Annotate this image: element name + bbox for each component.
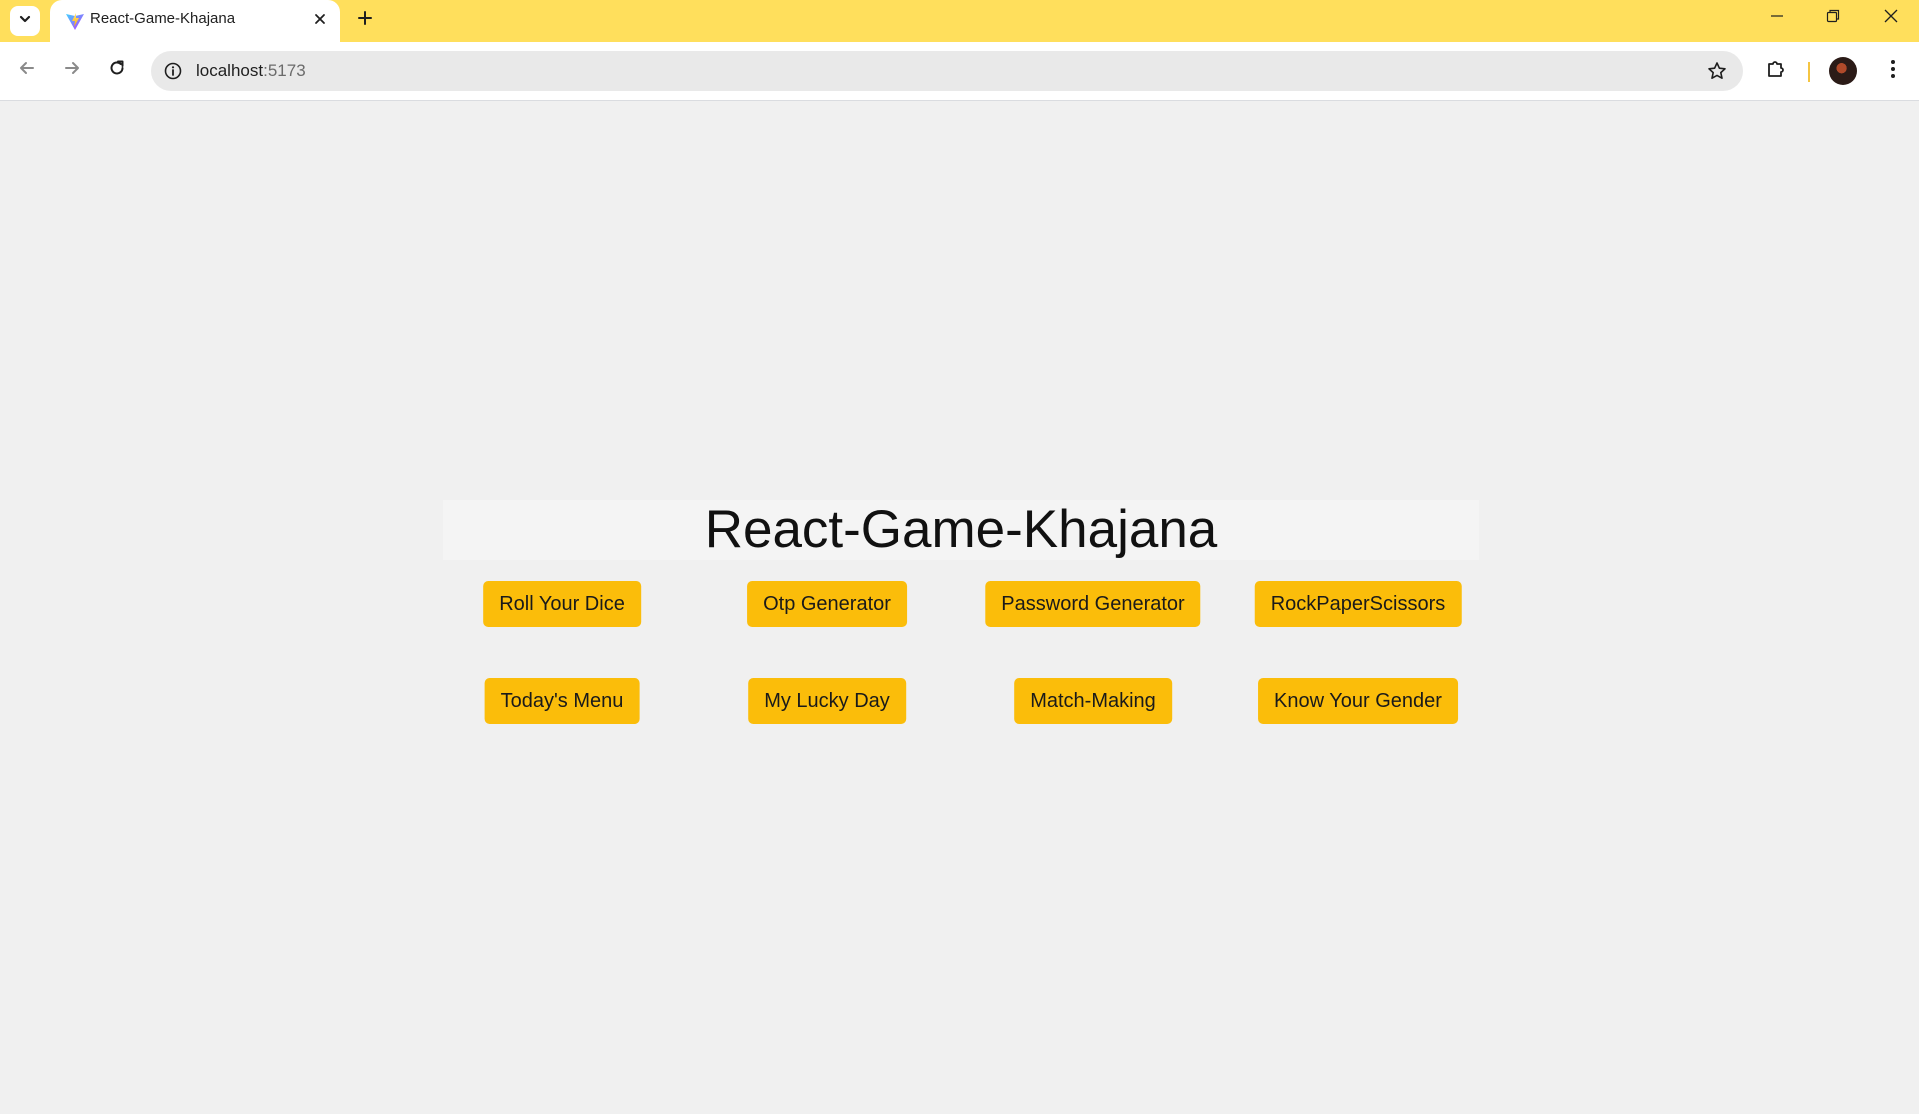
star-icon[interactable] — [1705, 59, 1729, 83]
match-making-button[interactable]: Match-Making — [1014, 678, 1172, 724]
page-header: React-Game-Khajana — [443, 500, 1479, 560]
chevron-down-icon — [18, 12, 32, 31]
tab-active[interactable]: React-Game-Khajana — [50, 0, 340, 43]
new-tab-button[interactable] — [352, 7, 378, 33]
minimize-button[interactable] — [1749, 0, 1805, 36]
avatar[interactable] — [1829, 57, 1857, 85]
password-generator-button[interactable]: Password Generator — [985, 581, 1201, 627]
address-bar[interactable]: localhost:5173 — [151, 51, 1743, 91]
my-lucky-day-button[interactable]: My Lucky Day — [748, 678, 906, 724]
know-your-gender-button[interactable]: Know Your Gender — [1258, 678, 1458, 724]
back-button[interactable] — [10, 53, 44, 87]
url-text[interactable]: localhost:5173 — [196, 51, 306, 91]
todays-menu-button[interactable]: Today's Menu — [484, 678, 640, 724]
window-close-button[interactable] — [1863, 0, 1919, 36]
url-host: localhost — [196, 61, 264, 80]
restore-icon — [1826, 9, 1840, 28]
close-icon[interactable] — [310, 9, 330, 29]
toolbar-divider — [1808, 62, 1810, 82]
roll-your-dice-button[interactable]: Roll Your Dice — [483, 581, 641, 627]
extensions-button[interactable] — [1760, 55, 1792, 87]
arrow-left-icon — [17, 58, 37, 83]
otp-generator-button[interactable]: Otp Generator — [747, 581, 907, 627]
plus-icon — [357, 10, 373, 31]
info-icon[interactable] — [161, 59, 185, 83]
browser-tab-bar: React-Game-Khajana — [0, 0, 1919, 43]
arrow-right-icon — [62, 58, 82, 83]
button-row-1: Roll Your Dice Otp Generator Password Ge… — [443, 580, 1479, 628]
browser-menu-button[interactable] — [1878, 55, 1908, 87]
page-title: React-Game-Khajana — [704, 500, 1218, 559]
close-icon — [1884, 9, 1898, 28]
minimize-icon — [1770, 9, 1784, 28]
kebab-icon — [1890, 59, 1896, 84]
restore-button[interactable] — [1805, 0, 1861, 36]
browser-toolbar: localhost:5173 — [0, 42, 1919, 101]
reload-button[interactable] — [100, 53, 134, 87]
vite-icon — [64, 10, 86, 32]
button-row-2: Today's Menu My Lucky Day Match-Making K… — [443, 677, 1479, 725]
reload-icon — [107, 58, 127, 83]
tab-search-button[interactable] — [10, 6, 40, 36]
puzzle-icon — [1765, 58, 1787, 85]
rock-paper-scissors-button[interactable]: RockPaperScissors — [1254, 581, 1462, 627]
tab-title: React-Game-Khajana — [90, 10, 236, 27]
forward-button[interactable] — [55, 53, 89, 87]
url-port: :5173 — [263, 61, 306, 80]
